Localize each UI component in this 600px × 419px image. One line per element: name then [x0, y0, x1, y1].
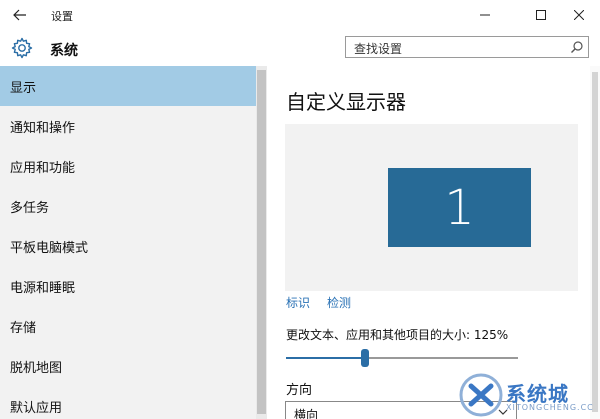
sidebar-item-offline-maps[interactable]: 脱机地图: [0, 346, 256, 386]
scale-label: 更改文本、应用和其他项目的大小: 125%: [286, 328, 509, 342]
slider-track: [365, 357, 518, 359]
sidebar-item-label: 通知和操作: [10, 120, 76, 136]
sidebar-item-label: 脱机地图: [10, 360, 63, 376]
window-title: 设置: [51, 10, 73, 23]
close-icon: [574, 10, 584, 20]
orientation-label: 方向: [286, 383, 313, 398]
title-bar: 设置: [0, 0, 600, 30]
sidebar-item-tablet-mode[interactable]: 平板电脑模式: [0, 226, 256, 266]
watermark-logo: 系统城 XITONGCHENG.CC: [458, 370, 598, 419]
close-button[interactable]: [556, 0, 600, 30]
sidebar-item-label: 显示: [10, 80, 37, 96]
sidebar-item-storage[interactable]: 存储: [0, 306, 256, 346]
back-button[interactable]: [6, 4, 34, 26]
sidebar: 显示 通知和操作 应用和功能 多任务 平板电脑模式 电源和睡眠 存储 脱机地图 …: [0, 66, 256, 419]
orientation-value: 横向: [294, 408, 319, 419]
sidebar-item-display[interactable]: 显示: [0, 66, 256, 106]
search-placeholder: 查找设置: [354, 42, 403, 56]
gear-icon: [11, 37, 33, 59]
maximize-icon: [536, 10, 546, 20]
search-input[interactable]: 查找设置: [345, 36, 589, 58]
monitor-tile[interactable]: 1: [388, 168, 531, 247]
sidebar-item-label: 电源和睡眠: [10, 280, 76, 296]
search-icon[interactable]: [570, 40, 584, 54]
sidebar-item-label: 应用和功能: [10, 160, 76, 176]
watermark-emblem-icon: [459, 373, 503, 417]
sidebar-item-notifications[interactable]: 通知和操作: [0, 106, 256, 146]
main-scroll-thumb[interactable]: [592, 72, 598, 412]
minimize-icon: [480, 14, 490, 16]
sidebar-scroll-thumb[interactable]: [257, 70, 266, 414]
identify-link[interactable]: 标识: [286, 294, 310, 311]
main-scrollbar[interactable]: [590, 66, 600, 419]
sidebar-item-power-sleep[interactable]: 电源和睡眠: [0, 266, 256, 306]
minimize-button[interactable]: [462, 0, 508, 30]
page-title: 自定义显示器: [286, 90, 406, 114]
slider-fill: [286, 357, 365, 359]
section-title: 系统: [50, 43, 78, 59]
watermark-subtext: XITONGCHENG.CC: [506, 403, 594, 412]
sidebar-item-label: 平板电脑模式: [10, 240, 89, 256]
scale-slider[interactable]: [286, 348, 518, 368]
sidebar-item-multitasking[interactable]: 多任务: [0, 186, 256, 226]
sidebar-item-label: 默认应用: [10, 400, 63, 416]
arrow-left-icon: [13, 9, 26, 21]
sidebar-item-apps[interactable]: 应用和功能: [0, 146, 256, 186]
sidebar-item-label: 存储: [10, 320, 37, 336]
slider-thumb[interactable]: [361, 349, 369, 367]
detect-link[interactable]: 检测: [327, 294, 351, 311]
monitor-number: 1: [444, 179, 475, 236]
sidebar-item-default-apps[interactable]: 默认应用: [0, 386, 256, 419]
sidebar-item-label: 多任务: [10, 200, 50, 216]
sidebar-scrollbar[interactable]: [256, 66, 267, 419]
